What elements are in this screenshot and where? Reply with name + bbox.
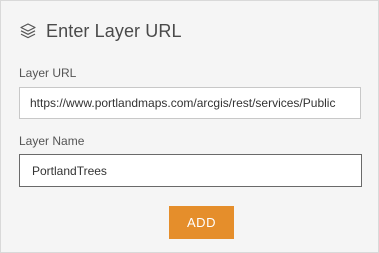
panel-title: Enter Layer URL	[46, 20, 182, 41]
layer-name-label: Layer Name	[19, 134, 85, 148]
add-button[interactable]: ADD	[169, 206, 234, 239]
layers-icon	[19, 22, 37, 40]
panel-header: Enter Layer URL	[19, 18, 182, 44]
layer-url-input[interactable]	[19, 87, 361, 119]
enter-layer-url-panel: Enter Layer URL Layer URL Layer Name ADD	[0, 0, 379, 253]
layer-url-label: Layer URL	[19, 66, 77, 80]
layer-name-input[interactable]	[19, 154, 362, 187]
